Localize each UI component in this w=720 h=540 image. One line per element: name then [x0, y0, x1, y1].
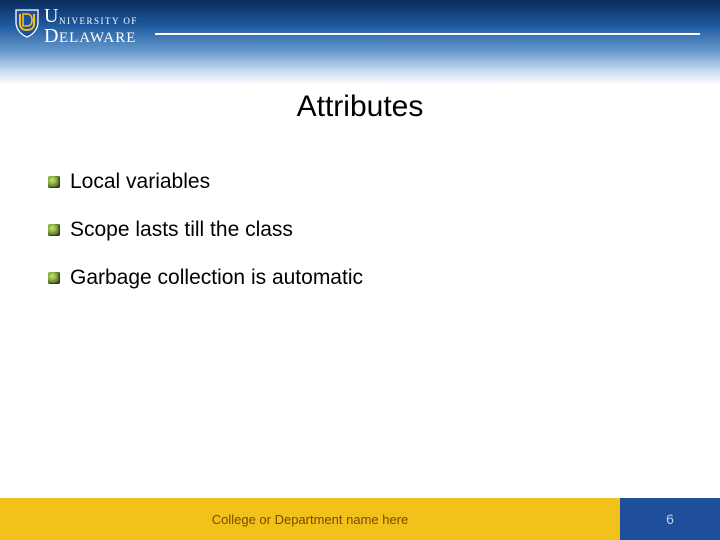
list-item: Local variables	[48, 170, 672, 194]
footer: College or Department name here 6	[0, 498, 720, 540]
list-item: Scope lasts till the class	[48, 218, 672, 242]
shield-icon	[14, 8, 40, 38]
bullet-icon	[48, 176, 60, 188]
content-area: Local variables Scope lasts till the cla…	[48, 170, 672, 314]
bullet-icon	[48, 224, 60, 236]
slide-title: Attributes	[0, 90, 720, 124]
slide: U NIVERSITY OF D ELAWARE Attributes Loca…	[0, 0, 720, 540]
bullet-text: Garbage collection is automatic	[70, 266, 363, 290]
logo-big-d: D	[44, 26, 59, 46]
university-logo: U NIVERSITY OF D ELAWARE	[14, 6, 154, 46]
list-item: Garbage collection is automatic	[48, 266, 672, 290]
logo-rest-2: ELAWARE	[59, 31, 136, 46]
bullet-text: Scope lasts till the class	[70, 218, 293, 242]
bullet-text: Local variables	[70, 170, 210, 194]
logo-line-1: U NIVERSITY OF	[44, 6, 138, 26]
footer-dept: College or Department name here	[212, 512, 409, 527]
header-divider	[155, 33, 700, 35]
page-number: 6	[666, 511, 674, 527]
footer-left: College or Department name here	[0, 498, 620, 540]
logo-row: U NIVERSITY OF D ELAWARE	[14, 6, 154, 46]
footer-right: 6	[620, 498, 720, 540]
logo-line-2: D ELAWARE	[44, 26, 138, 46]
logo-rest-1: NIVERSITY OF	[59, 17, 138, 26]
logo-text: U NIVERSITY OF D ELAWARE	[44, 6, 138, 46]
bullet-icon	[48, 272, 60, 284]
logo-big-u: U	[44, 6, 59, 26]
